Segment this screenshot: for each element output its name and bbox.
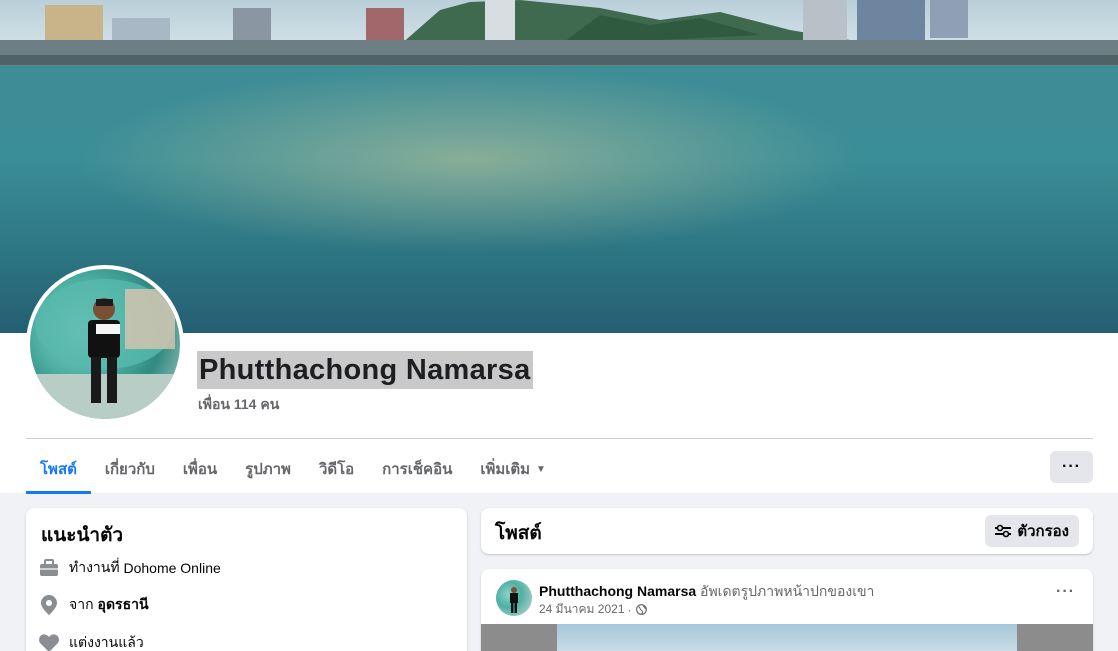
- posts-title: โพสต์: [495, 523, 542, 544]
- filter-label: ตัวกรอง: [1017, 523, 1069, 540]
- intro-relationship: แต่งงานแล้ว: [38, 632, 144, 651]
- post-action: อัพเดตรูปภาพหน้าปกของเขา: [700, 583, 875, 599]
- intro-card: แนะนำตัว ทำงานที่ Dohome Online จาก อุดรธ…: [26, 508, 467, 651]
- post-options-button[interactable]: ···: [1056, 583, 1075, 601]
- profile-name: Phutthachong Namarsa: [197, 351, 533, 389]
- post-image[interactable]: [481, 624, 1093, 651]
- tab-label: โพสต์: [40, 461, 77, 478]
- tab-checkins[interactable]: การเช็คอิน: [368, 445, 466, 493]
- tab-posts[interactable]: โพสต์: [26, 445, 91, 494]
- tab-more[interactable]: เพิ่มเติม ▼: [466, 445, 560, 493]
- posts-header-card: โพสต์ ตัวกรอง: [481, 508, 1093, 554]
- filter-button[interactable]: ตัวกรอง: [985, 515, 1079, 547]
- hometown-place[interactable]: อุดรธานี: [98, 594, 149, 616]
- cover-scene: [0, 0, 1118, 333]
- avatar-photo: [30, 269, 180, 419]
- tab-label: เกี่ยวกับ: [104, 461, 155, 478]
- tab-label: เพื่อน: [182, 461, 218, 478]
- intro-title: แนะนำตัว: [41, 525, 124, 546]
- tab-label: เพิ่มเติม: [480, 461, 531, 478]
- tab-photos[interactable]: รูปภาพ: [231, 445, 305, 493]
- location-pin-icon: [38, 594, 60, 616]
- post-author-name[interactable]: Phutthachong Namarsa: [539, 583, 696, 599]
- cover-photo[interactable]: [0, 0, 1118, 333]
- tab-videos[interactable]: วิดีโอ: [305, 445, 368, 493]
- meta-separator: ·: [627, 602, 632, 617]
- tab-friends[interactable]: เพื่อน: [169, 445, 231, 493]
- briefcase-icon: [38, 557, 60, 579]
- friends-count[interactable]: เพื่อน 114 คน: [198, 394, 279, 416]
- tab-label: รูปภาพ: [245, 461, 291, 478]
- from-prefix: จาก: [69, 596, 94, 612]
- tab-label: วิดีโอ: [318, 461, 355, 478]
- tab-label: การเช็คอิน: [382, 461, 453, 478]
- globe-icon: [635, 604, 647, 615]
- post-image-content: [557, 624, 1017, 651]
- intro-work: ทำงานที่ Dohome Online: [38, 557, 221, 579]
- profile-avatar[interactable]: [26, 265, 184, 423]
- post-card: Phutthachong Namarsa อัพเดตรูปภาพหน้าปกข…: [481, 569, 1093, 651]
- intro-hometown: จาก อุดรธานี: [38, 594, 149, 616]
- heart-icon: [38, 632, 60, 651]
- header-divider: [26, 438, 1093, 439]
- post-date[interactable]: 24 มีนาคม 2021: [539, 600, 625, 619]
- sliders-icon: [995, 524, 1012, 538]
- relationship-status: แต่งงานแล้ว: [69, 634, 144, 650]
- caret-down-icon: ▼: [536, 463, 546, 475]
- more-options-button[interactable]: ···: [1050, 451, 1093, 483]
- work-prefix: ทำงานที่: [69, 559, 120, 575]
- profile-tabs: โพสต์ เกี่ยวกับ เพื่อน รูปภาพ วิดีโอ การ…: [26, 445, 560, 494]
- post-author-avatar[interactable]: [496, 580, 532, 616]
- post-meta: 24 มีนาคม 2021 ·: [539, 600, 647, 619]
- tab-about[interactable]: เกี่ยวกับ: [91, 445, 169, 493]
- work-place[interactable]: Dohome Online: [123, 560, 220, 576]
